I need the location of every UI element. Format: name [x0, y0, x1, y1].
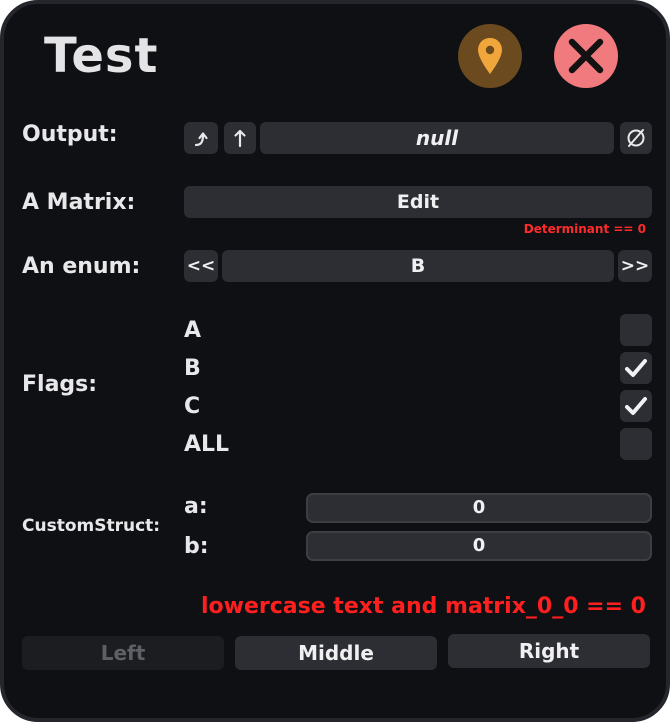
clear-output-button[interactable] — [620, 122, 652, 154]
determinant-error: Determinant == 0 — [523, 222, 646, 236]
enum-value-field[interactable]: B — [222, 250, 614, 282]
output-label: Output: — [22, 122, 118, 147]
empty-set-icon — [627, 129, 645, 147]
checkmark-icon — [625, 359, 647, 377]
output-value-field[interactable]: null — [260, 122, 614, 154]
struct-b-input[interactable]: 0 — [306, 531, 652, 561]
enum-prev-button[interactable]: << — [184, 250, 218, 282]
custom-struct-label: CustomStruct: — [22, 516, 161, 536]
flag-c-label: C — [184, 394, 201, 419]
flag-all-label: ALL — [184, 432, 230, 457]
right-button[interactable]: Right — [448, 634, 650, 668]
pin-button[interactable] — [458, 24, 522, 88]
middle-button[interactable]: Middle — [235, 636, 437, 670]
left-button[interactable]: Left — [22, 636, 224, 670]
flag-a-checkbox[interactable] — [620, 314, 652, 346]
enum-next-button[interactable]: >> — [618, 250, 652, 282]
jump-to-icon — [194, 132, 208, 147]
struct-a-label: a: — [184, 494, 208, 519]
window-title: Test — [44, 28, 159, 84]
enum-label: An enum: — [22, 254, 141, 279]
flag-b-label: B — [184, 356, 201, 381]
struct-a-input[interactable]: 0 — [306, 493, 652, 523]
location-pin-icon — [478, 38, 502, 74]
flag-all-checkbox[interactable] — [620, 428, 652, 460]
matrix-edit-button[interactable]: Edit — [184, 186, 652, 218]
go-up-button[interactable] — [224, 122, 256, 154]
flags-label: Flags: — [22, 372, 98, 397]
validation-message: lowercase text and matrix_0_0 == 0 — [200, 594, 646, 619]
flag-b-checkbox[interactable] — [620, 352, 652, 384]
flag-a-label: A — [184, 318, 202, 343]
close-x-icon — [568, 38, 604, 74]
checkmark-icon — [625, 397, 647, 415]
inspector-window: Test Output: null A Matrix: Edit Determi… — [0, 0, 670, 722]
matrix-label: A Matrix: — [22, 190, 136, 215]
arrow-up-icon — [234, 129, 246, 148]
close-button[interactable] — [554, 24, 618, 88]
jump-to-button[interactable] — [184, 122, 218, 154]
flag-c-checkbox[interactable] — [620, 390, 652, 422]
struct-b-label: b: — [184, 534, 209, 559]
